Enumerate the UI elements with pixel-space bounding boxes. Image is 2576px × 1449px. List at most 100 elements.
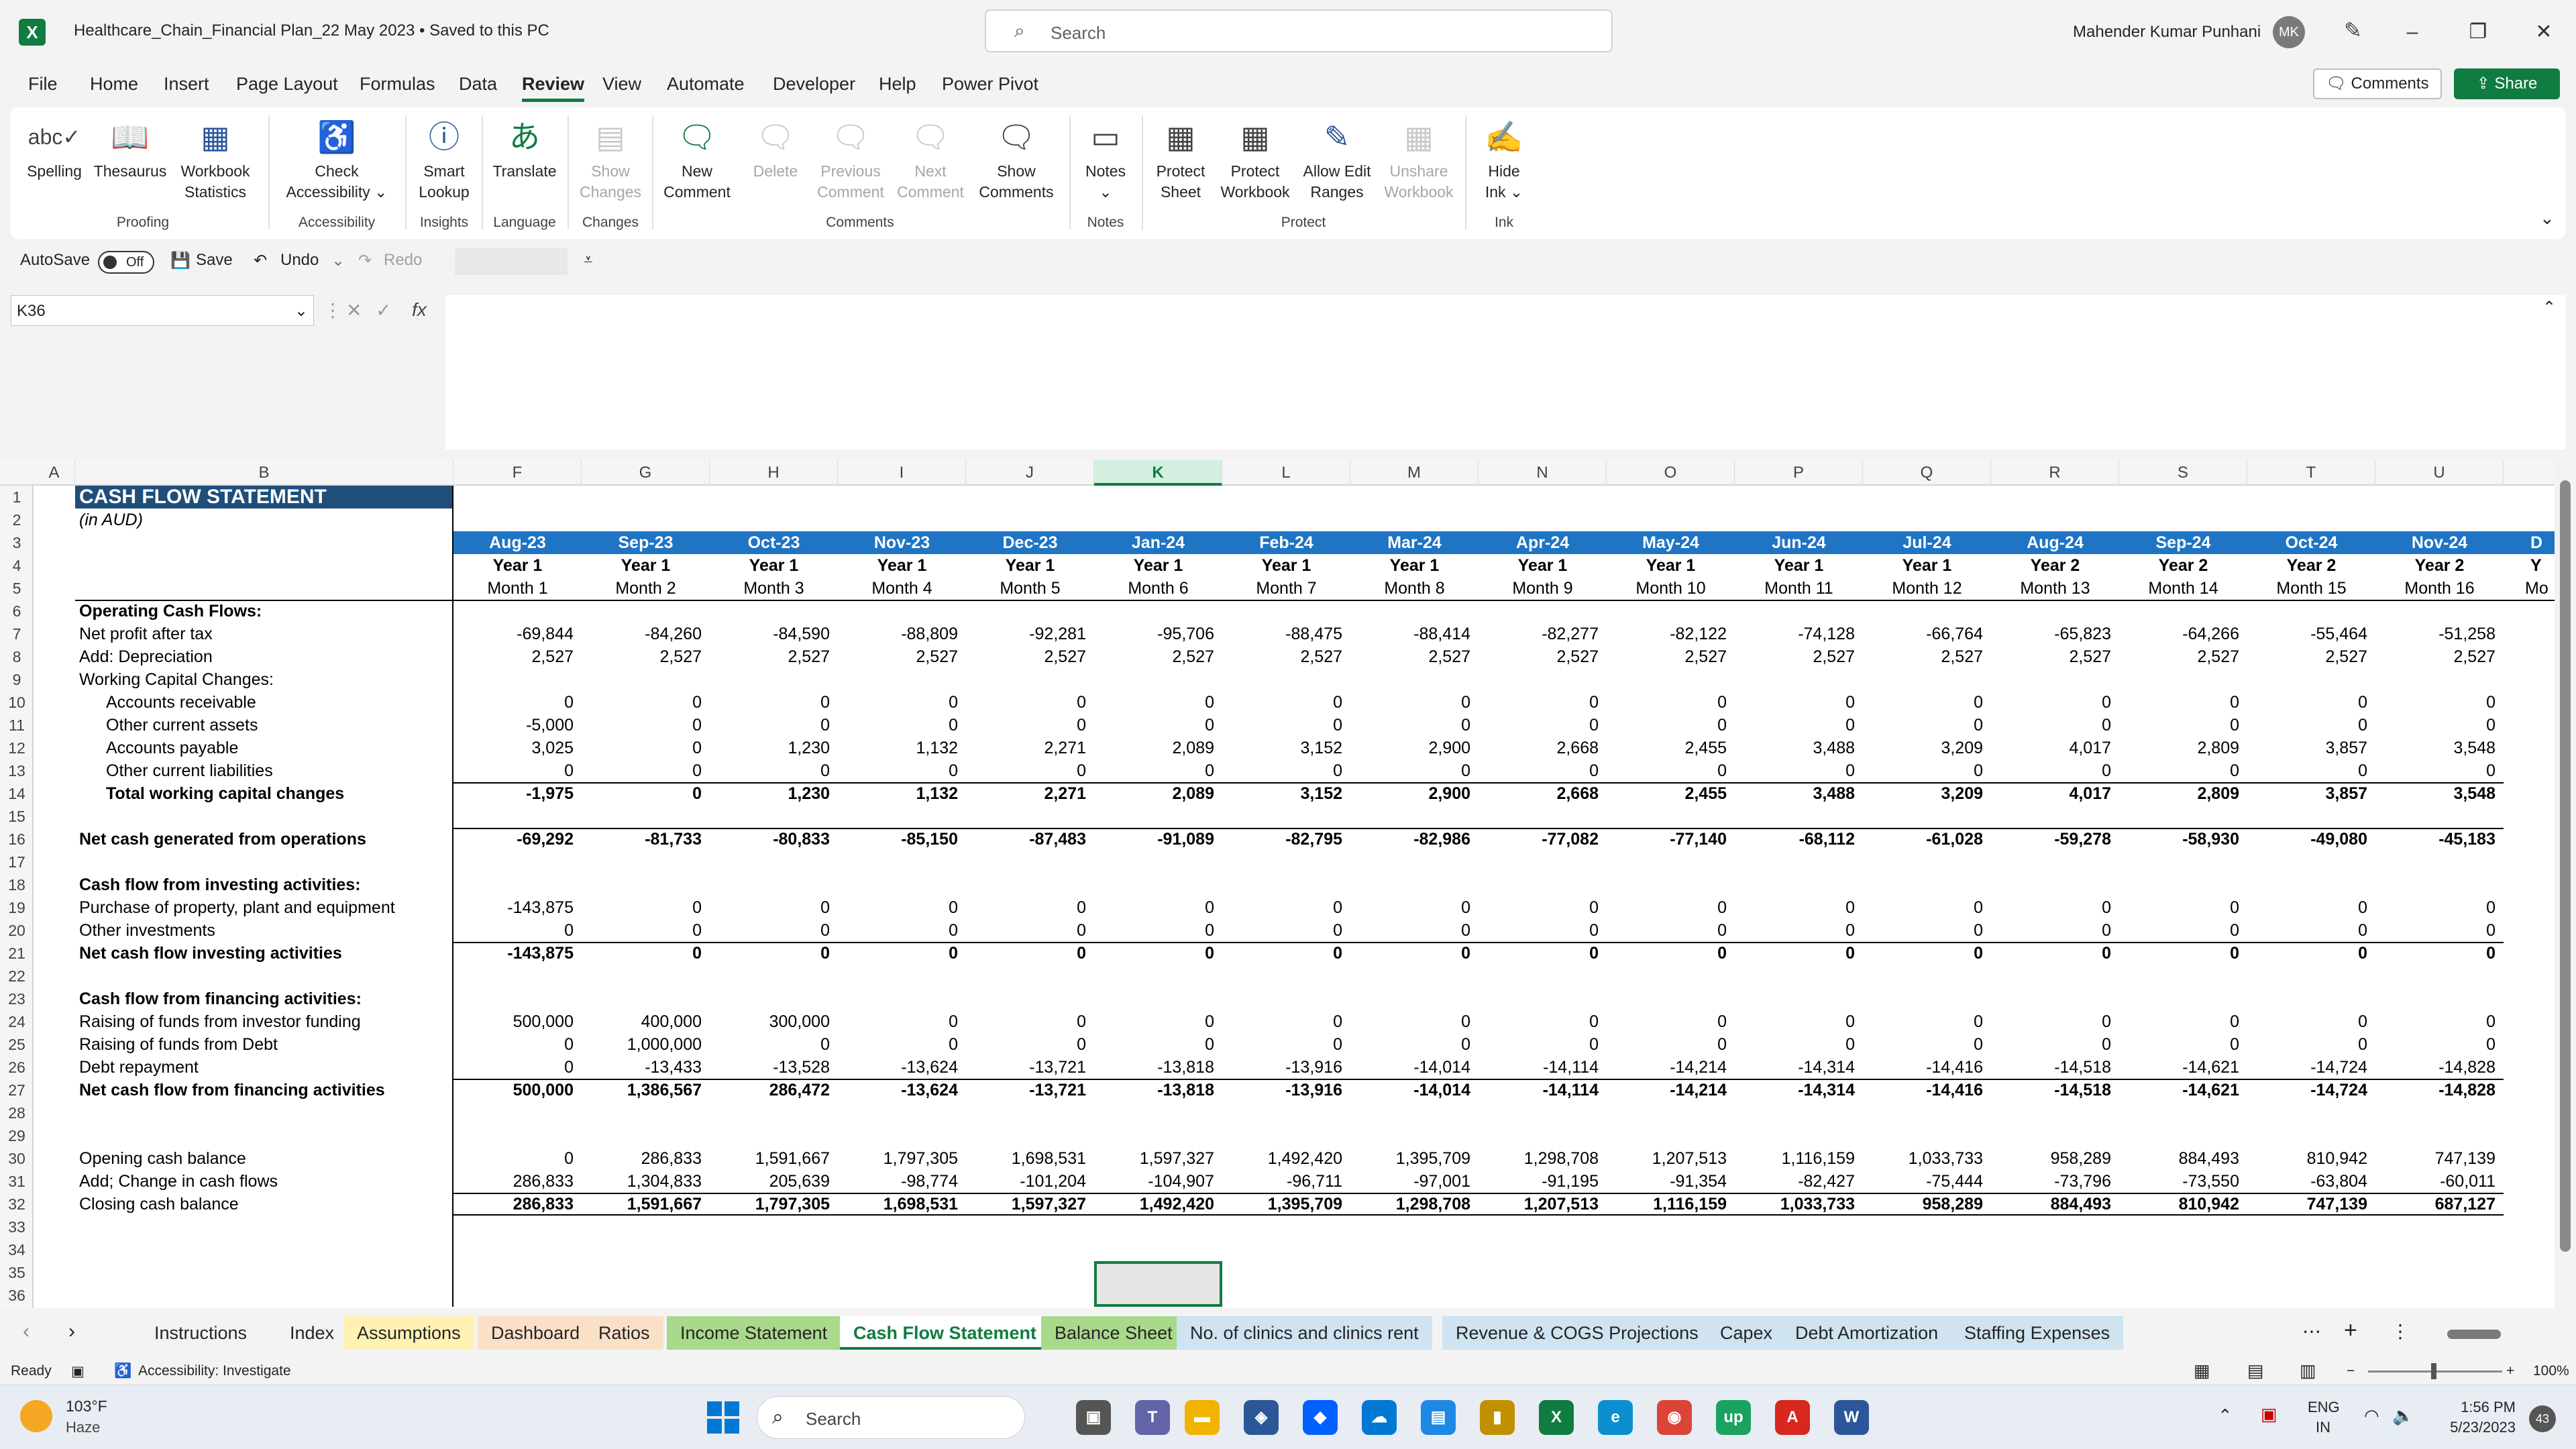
row-header-10[interactable]: 10 [0,691,34,714]
value-cell[interactable]: 0 [1991,714,2119,737]
column-header-j[interactable]: J [966,460,1094,486]
tab-view[interactable]: View [602,74,641,95]
vertical-scrollbar[interactable] [2555,460,2576,1308]
value-cell[interactable]: 0 [1607,1033,1735,1056]
row-header-12[interactable]: 12 [0,737,34,759]
value-cell[interactable]: 0 [1735,942,1863,965]
value-cell[interactable]: 1,304,833 [582,1170,710,1193]
check-accessibility-button[interactable]: ♿ Check Accessibility ⌄ [276,113,397,203]
value-cell[interactable]: 0 [1991,919,2119,942]
value-cell[interactable]: -13,916 [1222,1079,1350,1102]
security-icon[interactable]: ◈ [1244,1400,1279,1435]
value-cell[interactable]: 2,527 [2247,645,2375,668]
value-cell[interactable]: 0 [2119,691,2247,714]
save-button[interactable]: Save [196,251,233,270]
value-cell[interactable]: 0 [1222,714,1350,737]
tab-page-layout[interactable]: Page Layout [236,74,338,95]
customize-qat-icon[interactable]: ⩡ [584,251,593,270]
search-input[interactable]: ⌕ Search [985,9,1613,52]
value-cell[interactable]: 2,089 [1094,782,1222,805]
value-cell[interactable]: -80,833 [710,828,838,851]
value-cell[interactable]: 2,527 [1607,645,1735,668]
value-cell[interactable]: 0 [2119,942,2247,965]
value-cell[interactable]: 2,527 [2375,645,2504,668]
value-cell[interactable]: 0 [1222,1033,1350,1056]
value-cell[interactable]: -14,214 [1607,1056,1735,1079]
tab-review[interactable]: Review [522,74,585,102]
value-cell[interactable]: -63,804 [2247,1170,2375,1193]
value-cell[interactable]: 0 [2375,1010,2504,1033]
value-cell[interactable]: 3,025 [453,737,582,759]
value-cell[interactable]: 0 [966,691,1094,714]
column-header-h[interactable]: H [710,460,838,486]
weather-temperature[interactable]: 103°F [66,1397,107,1415]
sheet-tab-income-statement[interactable]: Income Statement [667,1316,841,1350]
value-cell[interactable]: 0 [2119,919,2247,942]
value-cell[interactable]: 1,597,327 [1094,1147,1222,1170]
value-cell[interactable]: -73,796 [1991,1170,2119,1193]
value-cell[interactable]: 0 [838,759,966,782]
row-header-17[interactable]: 17 [0,851,34,873]
show-comments-button[interactable]: 🗨 Show Comments [973,113,1060,203]
value-cell[interactable]: 2,527 [1094,645,1222,668]
value-cell[interactable]: -82,427 [1735,1170,1863,1193]
value-cell[interactable]: 0 [1479,691,1607,714]
value-cell[interactable]: 1,386,567 [582,1079,710,1102]
value-cell[interactable]: 0 [2119,896,2247,919]
value-cell[interactable]: -87,483 [966,828,1094,851]
chrome-icon[interactable]: ◉ [1657,1400,1692,1435]
value-cell[interactable]: 1,797,305 [838,1147,966,1170]
value-cell[interactable]: 0 [1607,919,1735,942]
value-cell[interactable]: -64,266 [2119,623,2247,645]
column-header-n[interactable]: N [1479,460,1607,486]
value-cell[interactable]: 1,492,420 [1094,1193,1222,1216]
value-cell[interactable]: 0 [1863,919,1991,942]
delete-comment-button[interactable]: 🗨 Delete [747,113,804,182]
tab-formulas[interactable]: Formulas [360,74,435,95]
value-cell[interactable]: 0 [1607,759,1735,782]
column-header-l[interactable]: L [1222,460,1350,486]
value-cell[interactable]: 0 [2247,1010,2375,1033]
value-cell[interactable]: 0 [966,896,1094,919]
wifi-icon[interactable]: ◠ [2364,1405,2379,1426]
row-header-22[interactable]: 22 [0,965,34,987]
value-cell[interactable]: 1,000,000 [582,1033,710,1056]
value-cell[interactable]: -97,001 [1350,1170,1479,1193]
value-cell[interactable]: 0 [1222,759,1350,782]
value-cell[interactable]: 3,548 [2375,737,2504,759]
value-cell[interactable]: 0 [1350,691,1479,714]
row-header-27[interactable]: 27 [0,1079,34,1102]
value-cell[interactable]: 2,527 [1222,645,1350,668]
value-cell[interactable]: 2,527 [1991,645,2119,668]
macro-recording-icon[interactable]: ▣ [71,1363,85,1380]
upwork-icon[interactable]: up [1716,1400,1751,1435]
tab-home[interactable]: Home [90,74,138,95]
value-cell[interactable]: 0 [710,1033,838,1056]
value-cell[interactable]: 0 [453,1056,582,1079]
smart-lookup-button[interactable]: ⓘ Smart Lookup [412,113,476,203]
value-cell[interactable]: -14,416 [1863,1056,1991,1079]
value-cell[interactable]: 2,527 [966,645,1094,668]
value-cell[interactable]: -58,930 [2119,828,2247,851]
value-cell[interactable]: 0 [2375,759,2504,782]
horizontal-scrollbar[interactable] [2414,1328,2548,1342]
value-cell[interactable]: -14,214 [1607,1079,1735,1102]
value-cell[interactable]: 2,527 [1350,645,1479,668]
teams-icon[interactable]: T [1135,1400,1170,1435]
tab-insert[interactable]: Insert [164,74,209,95]
undo-dropdown-icon[interactable]: ⌄ [331,251,345,270]
row-header-13[interactable]: 13 [0,759,34,782]
value-cell[interactable]: 0 [1863,714,1991,737]
value-cell[interactable]: 0 [1607,1010,1735,1033]
ribbon-collapse-icon[interactable]: ⌄ [2540,208,2555,229]
value-cell[interactable]: -60,011 [2375,1170,2504,1193]
sheet-tab-capex[interactable]: Capex [1707,1316,1786,1350]
value-cell[interactable]: -88,414 [1350,623,1479,645]
value-cell[interactable]: 2,455 [1607,782,1735,805]
value-cell[interactable]: 0 [2247,759,2375,782]
value-cell[interactable]: -65,823 [1991,623,2119,645]
value-cell[interactable]: 2,527 [453,645,582,668]
value-cell[interactable]: 0 [710,759,838,782]
column-header-m[interactable]: M [1350,460,1479,486]
value-cell[interactable]: 0 [1350,942,1479,965]
